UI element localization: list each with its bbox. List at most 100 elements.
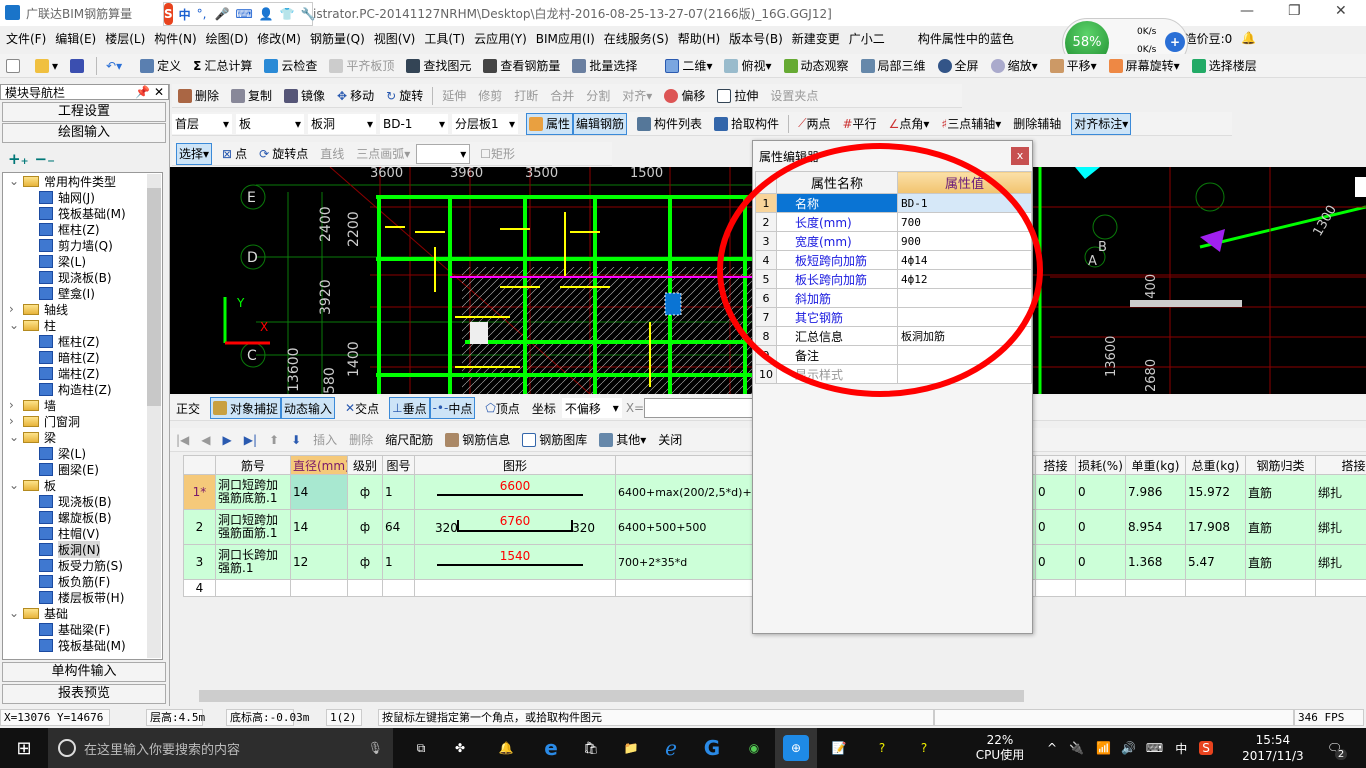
menu-component[interactable]: 构件(N) bbox=[154, 30, 196, 47]
sogou-icon[interactable]: S bbox=[164, 3, 173, 25]
rectangle-button[interactable]: ☐ 矩形 bbox=[478, 143, 517, 165]
open-file-button[interactable]: ▾ bbox=[33, 55, 60, 77]
close-button[interactable]: ✕ bbox=[1335, 3, 1347, 19]
chevron-down-icon[interactable]: ⌄ bbox=[9, 478, 23, 492]
object-snap-button[interactable]: 对象捕捉 bbox=[210, 397, 282, 419]
chevron-right-icon[interactable]: › bbox=[9, 302, 23, 316]
expand-all-icon[interactable]: +₊ bbox=[8, 150, 29, 168]
dynamic-view-button[interactable]: 动态观察 bbox=[782, 55, 851, 77]
loss[interactable]: 0 bbox=[1075, 474, 1126, 510]
col-total-weight[interactable]: 总重(kg) bbox=[1185, 455, 1246, 475]
close-rebar-button[interactable]: 关闭 bbox=[656, 429, 684, 451]
touch-keyboard-icon[interactable]: ⌨ bbox=[1146, 741, 1163, 755]
midpoint-snap-button[interactable]: -•- 中点 bbox=[429, 397, 476, 419]
batch-select-button[interactable]: 批量选择 bbox=[570, 55, 639, 77]
row-number[interactable]: 2 bbox=[183, 509, 216, 545]
shape[interactable]: 320 6760 320 bbox=[414, 509, 616, 545]
tree-item[interactable]: 螺旋板(B) bbox=[3, 509, 162, 525]
diameter[interactable]: 14 bbox=[290, 474, 348, 510]
chevron-down-icon[interactable]: ⌄ bbox=[9, 606, 23, 620]
tree-item[interactable]: 板洞(N) bbox=[3, 540, 162, 558]
tree-item[interactable]: 筏板基础(M) bbox=[3, 205, 162, 221]
report-preview-button[interactable]: 报表预览 bbox=[2, 684, 166, 704]
total-weight[interactable]: 17.908 bbox=[1185, 509, 1246, 545]
microphone-icon[interactable]: 🎙 bbox=[368, 741, 383, 755]
tree-folder[interactable]: › 墙 bbox=[3, 397, 162, 413]
copy-button[interactable]: 复制 bbox=[229, 85, 274, 107]
category-select[interactable]: 板 ▾ bbox=[236, 113, 304, 134]
rebar-info-button[interactable]: 钢筋信息 bbox=[443, 429, 512, 451]
ortho-button[interactable]: 正交 bbox=[174, 397, 202, 419]
tree-folder[interactable]: ⌄ 梁 bbox=[3, 429, 162, 445]
align-slab-top-button[interactable]: 平齐板顶 bbox=[327, 55, 396, 77]
menu-edit[interactable]: 编辑(E) bbox=[55, 30, 96, 47]
new-file-button[interactable] bbox=[4, 55, 25, 77]
tree-item[interactable]: 轴网(J) bbox=[3, 189, 162, 205]
move-button[interactable]: ✥ 移动 bbox=[335, 85, 376, 107]
grade[interactable]: ф bbox=[347, 474, 383, 510]
tree-folder[interactable]: › 轴线 bbox=[3, 301, 162, 317]
row-number[interactable]: 1* bbox=[183, 474, 216, 510]
menu-online[interactable]: 在线服务(S) bbox=[604, 30, 669, 47]
category[interactable]: 直筋 bbox=[1245, 509, 1316, 545]
first-record-button[interactable]: |◀ bbox=[174, 429, 191, 451]
select-button[interactable]: 选择 ▾ bbox=[176, 142, 213, 165]
ie-icon[interactable]: ℯ bbox=[651, 736, 691, 760]
grade[interactable]: ф bbox=[347, 544, 383, 580]
windows-start-button[interactable]: ⊞ bbox=[0, 738, 48, 759]
properties-button[interactable]: 属性 bbox=[526, 112, 574, 135]
delete-button[interactable]: 删除 bbox=[176, 85, 221, 107]
perpendicular-snap-button[interactable]: ⊥ 垂点 bbox=[389, 397, 430, 419]
tree-item[interactable]: 剪力墙(Q) bbox=[3, 237, 162, 253]
other-button[interactable]: 其他 ▾ bbox=[597, 429, 648, 451]
tree-item[interactable]: 框柱(Z) bbox=[3, 221, 162, 237]
file-explorer-icon[interactable]: 📁 bbox=[611, 741, 651, 755]
wrench-icon[interactable]: 🔧 bbox=[301, 7, 316, 21]
col-diameter[interactable]: 直径(mm) bbox=[290, 455, 348, 475]
menu-bim[interactable]: BIM应用(I) bbox=[536, 30, 595, 47]
loss[interactable]: 0 bbox=[1075, 509, 1126, 545]
menu-file[interactable]: 文件(F) bbox=[6, 30, 46, 47]
menu-help[interactable]: 帮助(H) bbox=[678, 30, 720, 47]
vertex-snap-button[interactable]: ⬠ 顶点 bbox=[483, 397, 521, 419]
align-button[interactable]: 对齐 ▾ bbox=[620, 85, 654, 107]
dynamic-input-button[interactable]: 动态输入 bbox=[281, 397, 336, 419]
floor-select[interactable]: 首层 ▾ bbox=[172, 113, 232, 134]
new-change-button[interactable]: 新建变更 bbox=[792, 30, 840, 47]
tree-folder[interactable]: ⌄ 柱 bbox=[3, 317, 162, 333]
unit-weight[interactable]: 8.954 bbox=[1125, 509, 1186, 545]
chevron-down-icon[interactable]: ⌄ bbox=[9, 318, 23, 332]
lap-type[interactable]: 绑扎 bbox=[1315, 474, 1366, 510]
unit-weight[interactable]: 1.368 bbox=[1125, 544, 1186, 580]
row-number[interactable]: 3 bbox=[183, 544, 216, 580]
close-panel-icon[interactable]: ✕ bbox=[154, 85, 164, 99]
guangxiaoer-button[interactable]: 广小二 bbox=[849, 30, 885, 47]
trim-button[interactable]: 修剪 bbox=[476, 85, 504, 107]
edit-rebar-button[interactable]: 编辑钢筋 bbox=[573, 112, 628, 135]
stretch-button[interactable]: 拉伸 bbox=[715, 85, 760, 107]
tree-item[interactable]: 端柱(Z) bbox=[3, 365, 162, 381]
sogou-tray-icon[interactable]: S bbox=[1199, 741, 1213, 755]
bell-icon[interactable]: 🔔 bbox=[1241, 31, 1256, 45]
menu-draw[interactable]: 绘图(D) bbox=[206, 30, 249, 47]
tree-item[interactable]: 圈梁(E) bbox=[3, 461, 162, 477]
mirror-button[interactable]: 镜像 bbox=[282, 85, 327, 107]
tree-item[interactable]: 梁(L) bbox=[3, 445, 162, 461]
tree-item[interactable]: 现浇板(B) bbox=[3, 269, 162, 285]
ime-indicator[interactable]: 中 bbox=[1175, 740, 1187, 757]
col-unit-weight[interactable]: 单重(kg) bbox=[1125, 455, 1186, 475]
power-icon[interactable]: 🔌 bbox=[1069, 741, 1084, 755]
menu-version[interactable]: 版本号(B) bbox=[729, 30, 783, 47]
three-point-arc-button[interactable]: 三点画弧 ▾ bbox=[354, 143, 412, 165]
col-lap[interactable]: 搭接 bbox=[1035, 455, 1076, 475]
tree-item[interactable]: 楼层板带(H) bbox=[3, 589, 162, 605]
tree-item[interactable]: 柱帽(V) bbox=[3, 525, 162, 541]
lap-type[interactable]: 绑扎 bbox=[1315, 509, 1366, 545]
volume-icon[interactable]: 🔊 bbox=[1121, 741, 1136, 755]
collapse-all-icon[interactable]: −₋ bbox=[35, 150, 56, 168]
lap[interactable]: 0 bbox=[1035, 474, 1076, 510]
shape[interactable]: 6600 bbox=[414, 474, 616, 510]
col-shape[interactable]: 图形 bbox=[414, 455, 616, 475]
skin-icon[interactable]: 👕 bbox=[280, 7, 295, 21]
view-rebar-button[interactable]: 查看钢筋量 bbox=[481, 55, 562, 77]
